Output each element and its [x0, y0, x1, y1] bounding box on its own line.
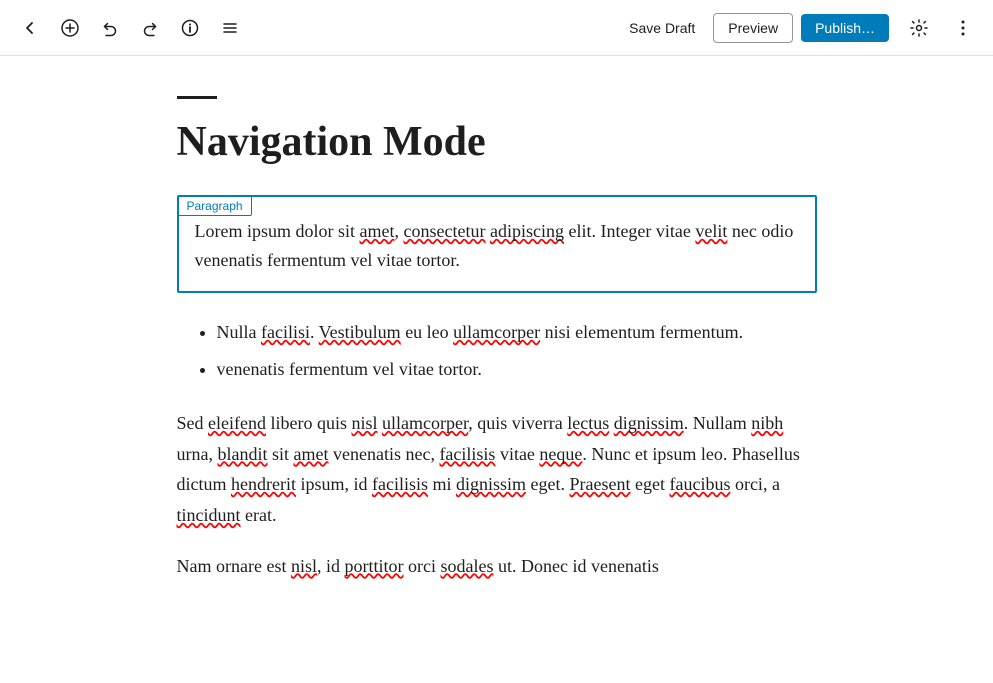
misspell-nibh: nibh — [751, 413, 783, 433]
content-list: Nulla facilisi. Vestibulum eu leo ullamc… — [217, 317, 817, 384]
more-options-button[interactable] — [945, 10, 981, 46]
misspell-dignissim: dignissim — [614, 413, 684, 433]
misspell-praesent: Praesent — [570, 474, 631, 494]
misspell-ullamcorper: ullamcorper — [453, 322, 540, 342]
back-button[interactable] — [12, 10, 48, 46]
misspell-neque: neque — [539, 444, 582, 464]
misspell-porttitor: porttitor — [344, 556, 403, 576]
misspell-velit: velit — [695, 221, 727, 241]
paragraph-block[interactable]: Paragraph Lorem ipsum dolor sit amet, co… — [177, 195, 817, 293]
settings-button[interactable] — [901, 10, 937, 46]
save-draft-button[interactable]: Save Draft — [619, 14, 705, 42]
misspell-amet2: amet — [294, 444, 329, 464]
misspell-ullamcorper2: ullamcorper — [382, 413, 468, 433]
paragraph-block-content[interactable]: Lorem ipsum dolor sit amet, consectetur … — [179, 197, 815, 291]
list-view-button[interactable] — [212, 10, 248, 46]
misspell-hendrerit: hendrerit — [231, 474, 296, 494]
misspell-adipiscing: adipiscing — [490, 221, 564, 241]
misspell-tincidunt: tincidunt — [177, 505, 241, 525]
body-paragraph-1: Sed eleifend libero quis nisl ullamcorpe… — [177, 408, 817, 530]
misspell-vestibulum: Vestibulum — [319, 322, 401, 342]
info-button[interactable] — [172, 10, 208, 46]
toolbar-right: Save Draft Preview Publish… — [619, 10, 981, 46]
misspell-faucibus: faucibus — [669, 474, 730, 494]
toolbar-left — [12, 10, 619, 46]
list-item: venenatis fermentum vel vitae tortor. — [217, 354, 817, 385]
post-title[interactable]: Navigation Mode — [177, 117, 817, 167]
body-paragraph-2: Nam ornare est nisl, id porttitor orci s… — [177, 551, 817, 582]
preview-button[interactable]: Preview — [713, 13, 793, 43]
publish-button[interactable]: Publish… — [801, 14, 889, 42]
misspell-lectus: lectus — [567, 413, 609, 433]
post-divider — [177, 96, 217, 99]
editor-area: Navigation Mode Paragraph Lorem ipsum do… — [0, 56, 993, 683]
misspell-sodales: sodales — [440, 556, 493, 576]
misspell-amet: amet — [360, 221, 395, 241]
misspell-eleifend: eleifend — [208, 413, 266, 433]
toolbar: Save Draft Preview Publish… — [0, 0, 993, 56]
list-item: Nulla facilisi. Vestibulum eu leo ullamc… — [217, 317, 817, 348]
misspell-nisl2: nisl — [291, 556, 317, 576]
misspell-dignissim2: dignissim — [456, 474, 526, 494]
misspell-facilisis: facilisis — [439, 444, 495, 464]
block-label: Paragraph — [178, 196, 252, 216]
redo-button[interactable] — [132, 10, 168, 46]
misspell-consectetur: consectetur — [403, 221, 485, 241]
misspell-facilisis2: facilisis — [372, 474, 428, 494]
undo-button[interactable] — [92, 10, 128, 46]
editor-content: Navigation Mode Paragraph Lorem ipsum do… — [147, 56, 847, 683]
add-block-button[interactable] — [52, 10, 88, 46]
misspell-blandit: blandit — [217, 444, 267, 464]
misspell-nisl: nisl — [351, 413, 377, 433]
misspell-facilisi: facilisi — [261, 322, 310, 342]
